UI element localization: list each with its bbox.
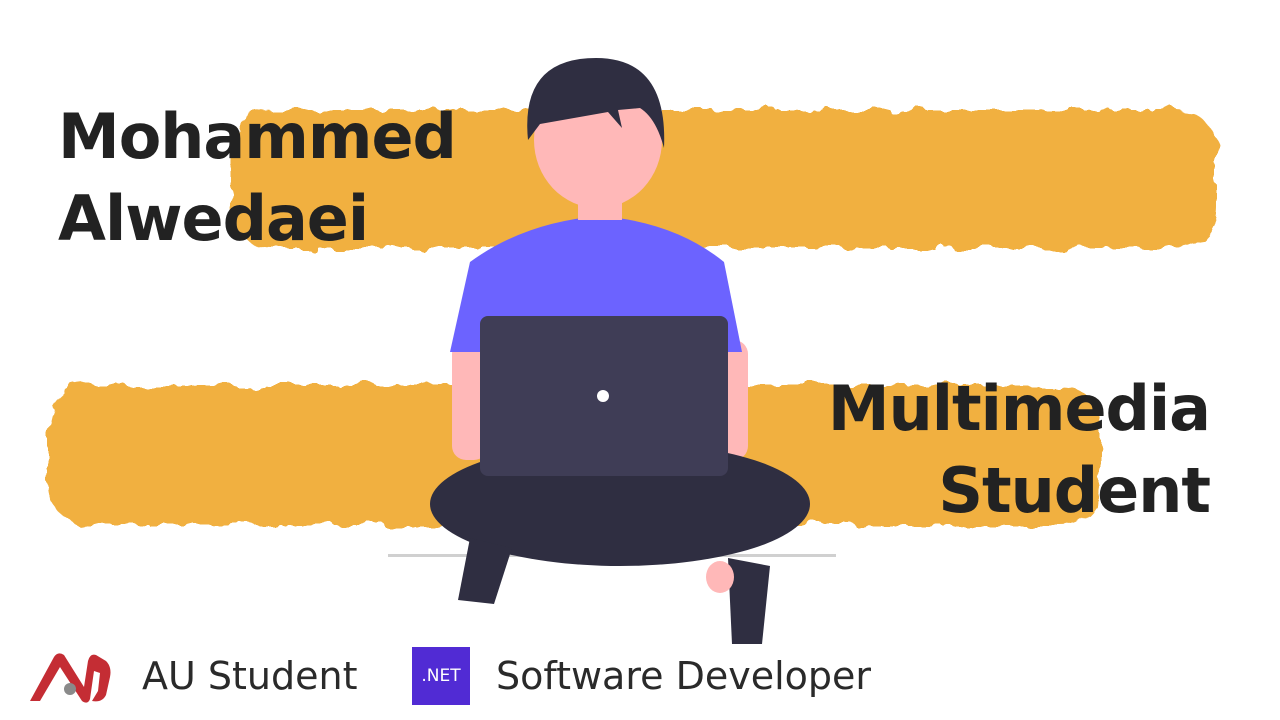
name-first: Mohammed xyxy=(58,100,457,173)
au-logo-icon xyxy=(30,653,111,703)
software-developer-label: Software Developer xyxy=(496,654,872,698)
au-student-item: AU Student xyxy=(26,644,357,708)
dotnet-badge-text: .NET xyxy=(421,666,461,686)
person-role: Multimedia Student xyxy=(827,368,1211,532)
role-line-2: Student xyxy=(938,454,1211,527)
dotnet-icon: .NET xyxy=(412,647,470,705)
role-line-1: Multimedia xyxy=(827,372,1211,445)
software-developer-item: .NET Software Developer xyxy=(412,644,871,708)
person-name: Mohammed Alwedaei xyxy=(58,96,457,260)
name-last: Alwedaei xyxy=(58,182,369,255)
au-student-label: AU Student xyxy=(142,654,358,698)
